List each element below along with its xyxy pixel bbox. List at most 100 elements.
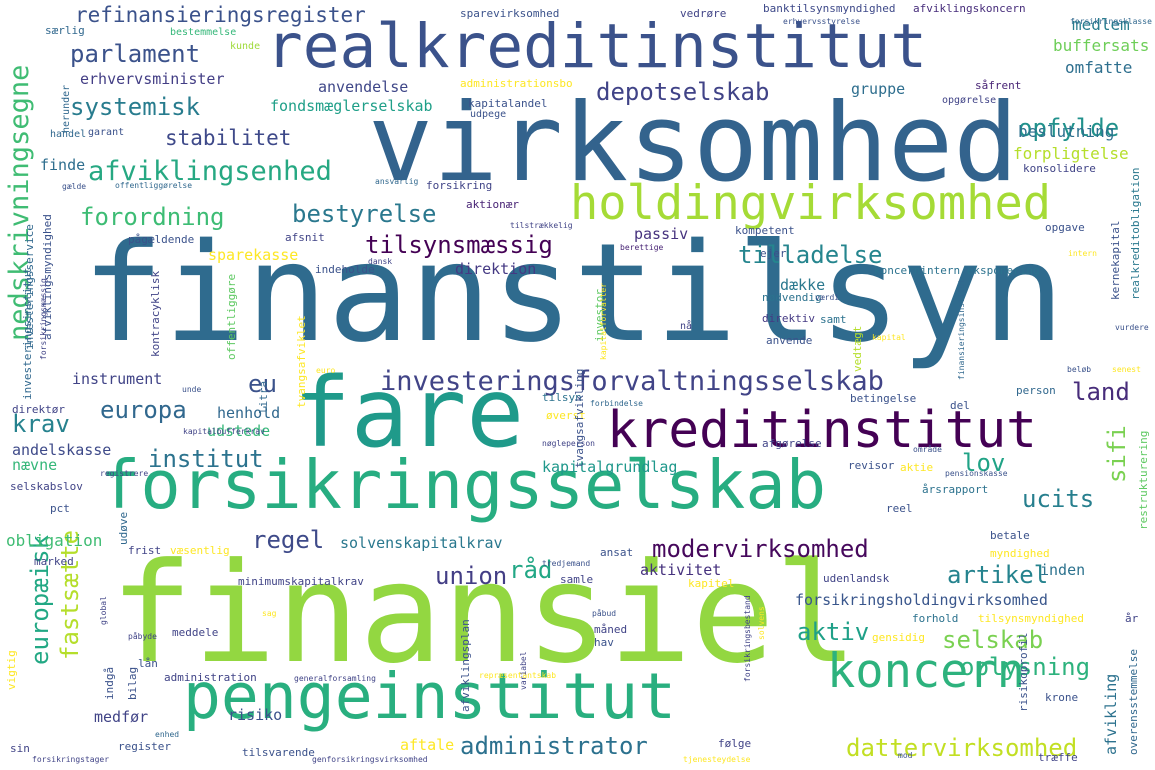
word-forsikringsklasse: forsikringsklasse (1070, 17, 1152, 26)
word-betale: betale (990, 529, 1030, 542)
word-direktoer: direktør (12, 403, 65, 416)
word-vedtaegt: vedtægt (851, 325, 864, 372)
word-konsolidere: konsolidere (1023, 162, 1096, 175)
word-kapitalforvalter: kapitalforvalter (599, 282, 608, 360)
word-register: register (118, 740, 171, 753)
word-ucits: ucits (1022, 485, 1095, 513)
word-samle: samle (560, 573, 594, 586)
word-investeringsservice: investeringsservice (23, 224, 36, 350)
word-direktion: direktion (455, 260, 537, 278)
word-sparekasse: sparekasse (208, 246, 299, 264)
word-land: land (1072, 378, 1130, 406)
word-kompetent: kompetent (735, 224, 795, 237)
word-myndighed: myndighed (990, 547, 1050, 560)
word-buffersats: buffersats (1053, 36, 1150, 55)
word-sifi: sifi (1103, 425, 1131, 483)
word-herunder: herunder (61, 84, 72, 133)
word-inden: inden (1040, 561, 1086, 579)
word-kernekapital: kernekapital (1109, 220, 1122, 300)
word-sparevirksomhed: sparevirksomhed (460, 7, 560, 20)
word-noegleperson: nøgleperson (542, 439, 595, 448)
word-enhed: enhed (155, 730, 180, 739)
word-global: global (99, 596, 108, 625)
word-paagaeldende: pågældende (128, 233, 195, 246)
word-offentliggoere: offentliggøre (225, 273, 238, 360)
word-indeholde: indeholde (315, 263, 375, 276)
word-euro: euro (316, 366, 336, 375)
word-instrument: instrument (72, 370, 163, 388)
word-variabel: variabel (519, 651, 528, 690)
word-realkreditobligation: realkreditobligation (1129, 167, 1142, 300)
word-gaelde: gælde (62, 182, 87, 191)
word-aar: år (1125, 612, 1139, 625)
word-risiko: risiko (228, 706, 283, 724)
word-forsikring: forsikring (426, 179, 493, 192)
word-solvenskapitalkrav: solvenskapitalkrav (340, 534, 503, 552)
word-saafrent: såfrent (975, 79, 1022, 92)
word-afgoerelse: afgørelse (762, 437, 822, 450)
word-union: union (435, 562, 508, 590)
word-bestemmelse: bestemmelse (170, 27, 237, 38)
word-cloud: finanstilsyn finansiel virksomhed fare f… (0, 0, 1155, 770)
word-obligation: obligation (6, 531, 103, 550)
word-marked: marked (34, 555, 74, 568)
word-minimumskapitalkrav: minimumskapitalkrav (238, 575, 364, 588)
word-aktiv: aktiv (797, 618, 870, 646)
word-finde: finde (40, 156, 86, 174)
word-betingelse: betingelse (850, 392, 917, 405)
word-restrukturering: restrukturering (1137, 430, 1150, 530)
word-koncernintern-eksponering: koncernintern eksponering (874, 264, 1040, 277)
word-solvens: solvens (757, 606, 766, 640)
word-europa: europa (100, 396, 187, 424)
word-berettige: berettige (620, 243, 664, 252)
word-tilsynsmyndighed: tilsynsmyndighed (978, 612, 1084, 625)
word-person: person (1016, 384, 1056, 397)
word-forhold: forhold (912, 612, 959, 625)
word-aktivitet: aktivitet (640, 561, 722, 579)
word-anvende: anvende (766, 334, 813, 347)
word-laan: lån (138, 657, 158, 670)
word-naevne: nævne (12, 456, 58, 474)
word-registrere: registrere (100, 469, 149, 478)
word-administrationsbo: administrationsbo (460, 77, 573, 90)
word-kapitalandel: kapitalandel (468, 97, 548, 110)
word-sin: sin (10, 742, 30, 755)
word-depotselskab: depotselskab (596, 78, 770, 106)
word-refinansieringsregister: refinansieringsregister (75, 3, 366, 27)
word-risikoprofil: risikoprofil (1017, 632, 1030, 712)
word-naa: nå (680, 321, 693, 332)
word-afvikling: afvikling (1102, 673, 1120, 755)
word-aktie: aktie (900, 461, 934, 474)
word-generalforsamling: generalforsamling (294, 674, 376, 683)
word-bestyrelse: bestyrelse (292, 200, 437, 228)
word-intern: intern (1068, 249, 1097, 258)
word-opgave: opgave (1045, 221, 1085, 234)
word-saerlig: særlig (45, 24, 85, 37)
word-medfoer: medfør (94, 708, 149, 726)
word-afsnit: afsnit (285, 231, 325, 244)
word-vaerdi: værdi (815, 293, 840, 302)
word-mod: mod (898, 751, 913, 760)
word-banktilsynsmyndighed: banktilsynsmyndighed (763, 2, 896, 15)
word-parlament: parlament (70, 40, 201, 68)
word-aftale: aftale (400, 736, 455, 754)
word-aktionaer: aktionær (466, 198, 519, 211)
word-kunde: kunde (230, 41, 261, 52)
word-tilstraekkelig: tilstrækkelig (510, 221, 573, 230)
word-tvangsafviklet: tvangsafviklet (295, 315, 308, 408)
word-udoeve: udøve (117, 511, 130, 545)
word-paabyde: påbyde (128, 632, 157, 641)
word-foelge: følge (718, 737, 752, 750)
word-anvendelse: anvendelse (318, 78, 409, 96)
word-tvangsafvikling: tvangsafvikling (573, 368, 586, 468)
word-holdingvirksomhed: holdingvirksomhed (570, 176, 1052, 231)
word-senest: senest (1112, 365, 1141, 374)
word-vigtig: vigtig (5, 650, 18, 690)
word-fondsmaeglerselskab: fondsmæglerselskab (270, 97, 433, 115)
word-beslutning: beslutning (1018, 122, 1115, 141)
word-systemisk: systemisk (70, 93, 201, 121)
word-paabud: påbud (592, 609, 617, 618)
word-reel: reel (886, 502, 913, 515)
word-ansvarlig: ansvarlig (375, 177, 419, 186)
word-selskabslov: selskabslov (10, 480, 83, 493)
